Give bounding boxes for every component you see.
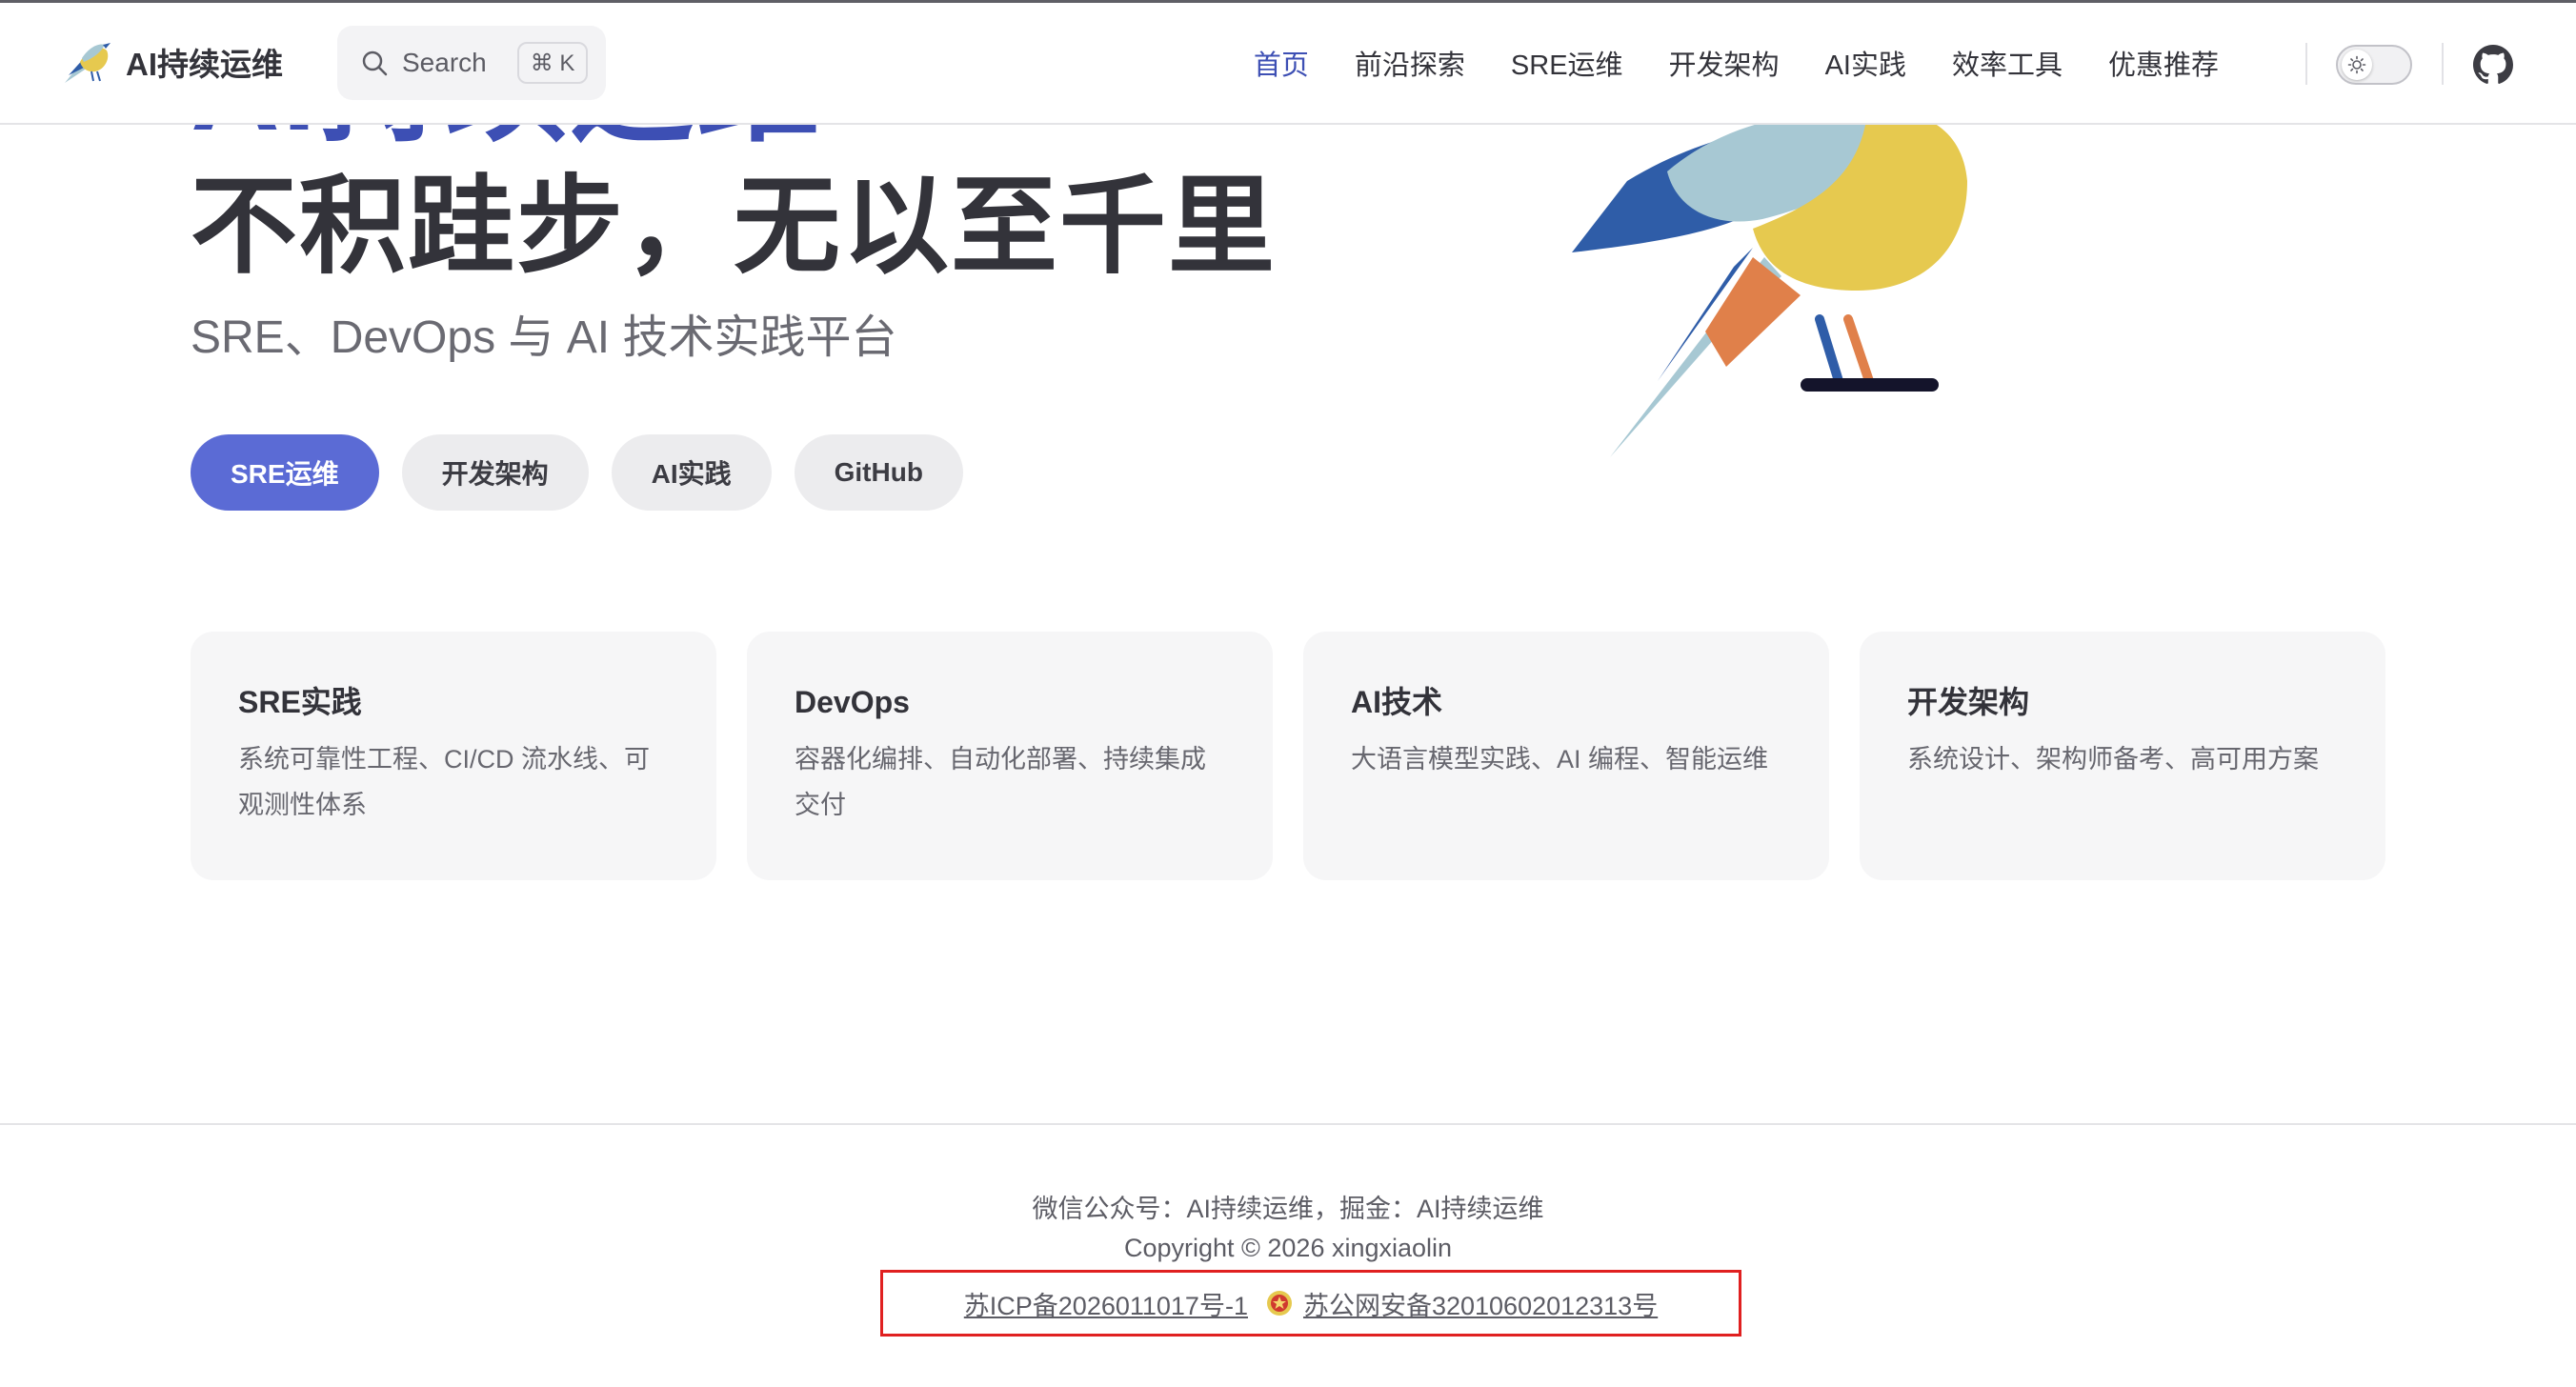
- nav-item-sre[interactable]: SRE运维: [1511, 43, 1623, 83]
- hero-tagline: SRE、DevOps 与 AI 技术实践平台: [191, 312, 897, 363]
- github-icon[interactable]: [2473, 45, 2513, 85]
- feature-title: 开发架构: [1907, 685, 2030, 719]
- feature-details: 大语言模型实践、AI 编程、智能运维: [1351, 745, 1769, 774]
- bird-logo-icon: [65, 43, 111, 83]
- feature-card-devops: DevOps 容器化编排、自动化部署、持续集成交付: [747, 632, 1273, 880]
- hero-actions: SRE运维 开发架构 AI实践 GitHub: [191, 434, 963, 511]
- feature-card-ai: AI技术 大语言模型实践、AI 编程、智能运维: [1303, 632, 1829, 880]
- nav-item-deals[interactable]: 优惠推荐: [2108, 43, 2219, 83]
- hero-text: 不积跬步，无以至千里: [191, 167, 1277, 286]
- toggle-knob: [2342, 50, 2372, 80]
- top-navbar: AI持续运维 Search ⌘ K 首页 前沿探索 SRE运维 开发架构 AI实…: [0, 3, 2576, 125]
- feature-details: 容器化编排、自动化部署、持续集成交付: [795, 745, 1206, 819]
- nav-item-frontier[interactable]: 前沿探索: [1355, 43, 1465, 83]
- feature-card-sre: SRE实践 系统可靠性工程、CI/CD 流水线、可观测性体系: [191, 632, 716, 880]
- search-label: Search: [402, 48, 487, 77]
- footer-message: 微信公众号：AI持续运维，掘金：AI持续运维: [1032, 1195, 1544, 1223]
- search-shortcut-hint: ⌘ K: [516, 42, 589, 84]
- action-sre-button[interactable]: SRE运维: [191, 434, 379, 511]
- nav-item-dev-architecture[interactable]: 开发架构: [1669, 43, 1780, 83]
- police-badge-icon: [1266, 1291, 1292, 1316]
- search-icon: [362, 50, 388, 76]
- sun-icon: [2347, 55, 2366, 74]
- feature-card-architecture: 开发架构 系统设计、架构师备考、高可用方案: [1860, 632, 2385, 880]
- action-github-button[interactable]: GitHub: [794, 434, 963, 511]
- feature-title: SRE实践: [238, 685, 362, 719]
- feature-cards: SRE实践 系统可靠性工程、CI/CD 流水线、可观测性体系 DevOps 容器…: [191, 632, 2385, 880]
- action-ai-practice-button[interactable]: AI实践: [611, 434, 772, 511]
- site-title: AI持续运维: [126, 47, 283, 82]
- site-footer: 微信公众号：AI持续运维，掘金：AI持续运维 Copyright © 2026 …: [0, 1123, 2576, 1387]
- feature-title: DevOps: [795, 685, 910, 719]
- feature-details: 系统设计、架构师备考、高可用方案: [1907, 745, 2319, 774]
- icp-record-link[interactable]: 苏ICP备2026011017号-1: [964, 1285, 1248, 1322]
- hero-bird-illustration: [1572, 111, 1967, 457]
- theme-toggle-switch[interactable]: [2336, 45, 2412, 85]
- feature-title: AI技术: [1351, 685, 1443, 719]
- nav-divider: [2305, 43, 2307, 85]
- search-button[interactable]: Search ⌘ K: [337, 26, 606, 100]
- record-highlight-box: 苏ICP备2026011017号-1 苏公网安备32010602012313号: [880, 1270, 1741, 1337]
- site-logo-link[interactable]: AI持续运维: [59, 37, 283, 87]
- action-dev-architecture-button[interactable]: 开发架构: [401, 434, 589, 511]
- main-nav: 首页 前沿探索 SRE运维 开发架构 AI实践 效率工具 优惠推荐: [1254, 3, 2219, 123]
- nav-item-tools[interactable]: 效率工具: [1952, 43, 2063, 83]
- nav-divider: [2442, 43, 2444, 85]
- feature-details: 系统可靠性工程、CI/CD 流水线、可观测性体系: [238, 745, 650, 819]
- police-record-link[interactable]: 苏公网安备32010602012313号: [1303, 1285, 1658, 1322]
- nav-item-ai-practice[interactable]: AI实践: [1825, 43, 1906, 83]
- nav-item-home[interactable]: 首页: [1254, 43, 1309, 83]
- footer-copyright: Copyright © 2026 xingxiaolin: [1123, 1234, 1453, 1262]
